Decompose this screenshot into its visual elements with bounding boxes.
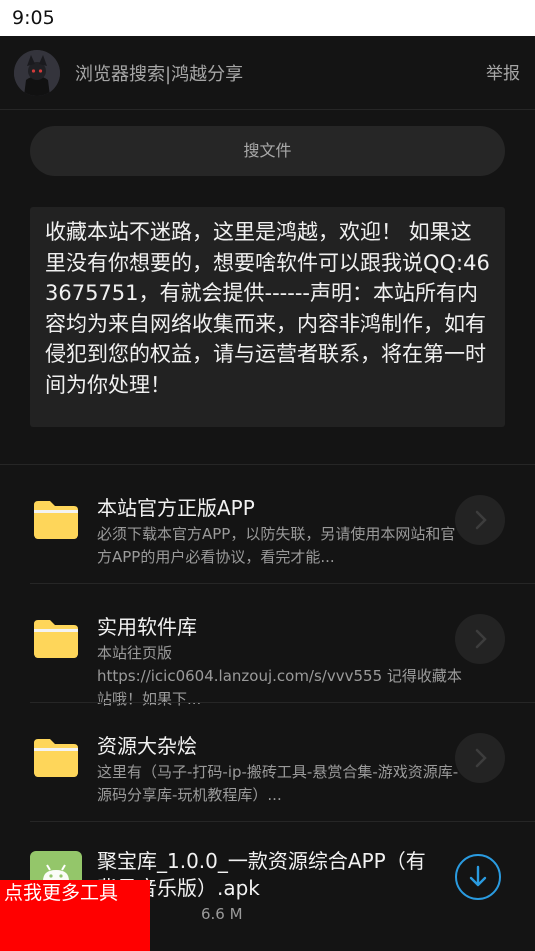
open-folder-button[interactable] <box>455 495 505 545</box>
folder-description: 这里有（马子-打码-ip-搬砖工具-悬赏合集-游戏资源库-源码分享库-玩机教程库… <box>97 763 459 804</box>
folder-item-resource-mix[interactable]: 资源大杂烩 这里有（马子-打码-ip-搬砖工具-悬赏合集-游戏资源库-源码分享库… <box>0 702 535 821</box>
folder-title: 资源大杂烩 <box>97 734 197 758</box>
notice-text: 收藏本站不迷路，这里是鸿越，欢迎！ 如果这里没有你想要的，想要啥软件可以跟我说Q… <box>30 207 505 427</box>
folder-icon <box>34 620 78 658</box>
folder-description: 必须下载本官方APP，以防失联，另请使用本网站和官方APP的用户必看协议，看完才… <box>97 525 456 566</box>
status-time: 9:05 <box>12 7 55 29</box>
page-title: 浏览器搜索|鸿越分享 <box>75 64 244 85</box>
download-icon <box>469 865 487 887</box>
folder-item-official-app[interactable]: 本站官方正版APP 必须下载本官方APP，以防失联，另请使用本网站和官方APP的… <box>0 464 535 583</box>
folder-icon <box>34 501 78 539</box>
chevron-right-icon <box>475 629 487 649</box>
chevron-right-icon <box>475 748 487 768</box>
search-files-button[interactable]: 搜文件 <box>30 126 505 176</box>
report-button[interactable]: 举报 <box>486 59 520 84</box>
open-folder-button[interactable] <box>455 614 505 664</box>
avatar[interactable] <box>14 50 60 96</box>
file-size: 6.6 M <box>201 905 243 923</box>
avatar-image-icon <box>14 50 60 96</box>
folder-description-line: 本站往页版 <box>97 644 173 662</box>
folder-icon <box>34 739 78 777</box>
share-header: 浏览器搜索|鸿越分享 举报 <box>0 36 535 110</box>
folder-item-software-library[interactable]: 实用软件库 本站往页版 https://icic0604.lanzouj.com… <box>0 583 535 708</box>
download-button[interactable] <box>455 854 501 900</box>
open-folder-button[interactable] <box>455 733 505 783</box>
more-tools-button[interactable]: 点我更多工具 <box>0 880 150 951</box>
folder-title: 本站官方正版APP <box>97 496 255 520</box>
status-bar: 9:05 <box>0 0 535 36</box>
folder-title: 实用软件库 <box>97 615 197 639</box>
chevron-right-icon <box>475 510 487 530</box>
